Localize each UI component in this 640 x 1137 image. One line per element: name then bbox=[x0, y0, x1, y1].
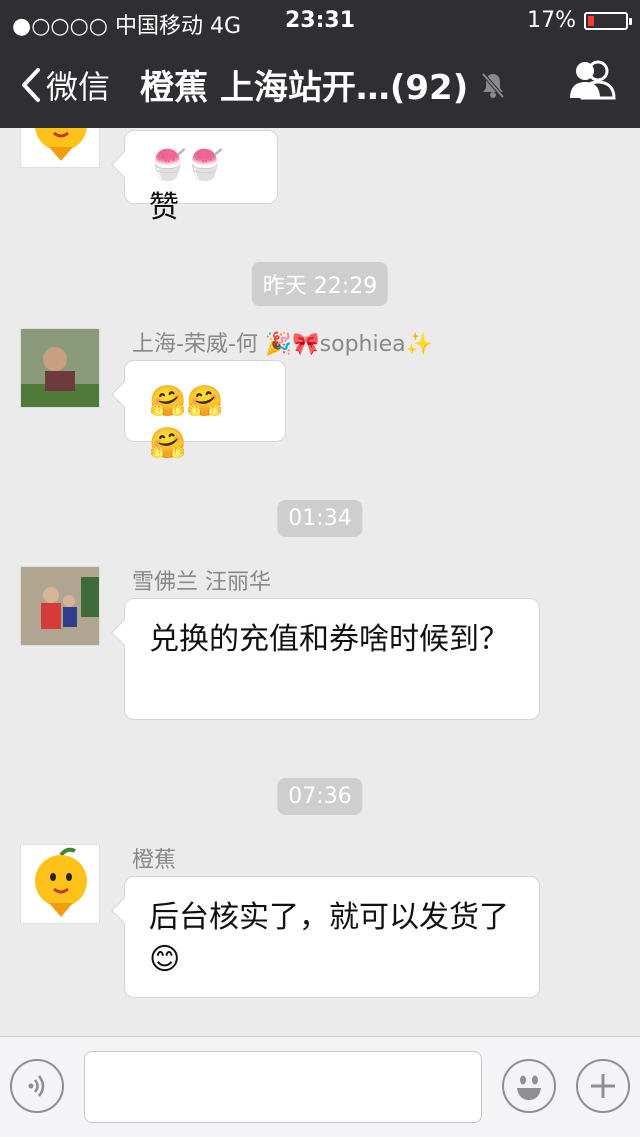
message-bubble[interactable]: 兑换的充值和券啥时候到？ bbox=[124, 598, 540, 720]
orange-mascot-icon bbox=[35, 128, 87, 161]
group-members-icon bbox=[570, 60, 616, 100]
input-bar bbox=[0, 1036, 640, 1137]
battery-icon bbox=[584, 11, 632, 30]
message-text: 赞 bbox=[149, 190, 179, 225]
plus-button[interactable] bbox=[576, 1059, 630, 1113]
timestamp: 07:36 bbox=[277, 778, 363, 815]
back-chevron-icon bbox=[22, 68, 40, 102]
message-bubble[interactable]: 🍧🍧 赞 bbox=[124, 130, 278, 225]
sender-name: 雪佛兰 汪丽华 bbox=[132, 570, 271, 595]
message-text: 后台核实了，就可以发货了😊 bbox=[149, 900, 509, 977]
avatar-user-he[interactable] bbox=[20, 328, 100, 408]
message-text: 🤗🤗🤗 bbox=[149, 384, 224, 461]
sender-name: 上海-荣威-何 🎉🎀sophiea✨ bbox=[132, 332, 434, 357]
message-emoji: 🍧🍧 bbox=[149, 148, 224, 183]
sender-name: 橙蕉 bbox=[132, 848, 177, 873]
battery-fill bbox=[588, 15, 594, 26]
status-bar: ●○○○○ 中国移动 4G 23:31 17% bbox=[0, 0, 640, 40]
back-button[interactable]: 微信 bbox=[20, 62, 110, 108]
avatar-user-wang[interactable] bbox=[20, 566, 100, 646]
chat-title-area: 橙蕉 上海站开…(92) bbox=[140, 60, 506, 109]
voice-button[interactable] bbox=[10, 1059, 64, 1113]
message-bubble[interactable]: 后台核实了，就可以发货了😊 bbox=[124, 876, 540, 998]
emoji-icon bbox=[517, 1075, 541, 1100]
group-members-button[interactable] bbox=[568, 58, 616, 106]
avatar-photo bbox=[21, 567, 99, 645]
message-bubble[interactable]: 🤗🤗🤗 bbox=[124, 360, 286, 461]
battery-status: 17% bbox=[527, 8, 632, 33]
top-bar: ●○○○○ 中国移动 4G 23:31 17% 微信 橙蕉 上海站开…(92) bbox=[0, 0, 640, 128]
timestamp: 昨天 22:29 bbox=[251, 262, 389, 306]
orange-mascot-icon bbox=[35, 847, 87, 917]
emoji-button[interactable] bbox=[502, 1059, 556, 1113]
message-input[interactable] bbox=[84, 1051, 482, 1123]
back-label: 微信 bbox=[46, 68, 111, 106]
avatar-photo bbox=[21, 329, 99, 407]
timestamp: 01:34 bbox=[277, 500, 363, 537]
chat-title: 橙蕉 上海站开…(92) bbox=[140, 68, 469, 108]
avatar-orange[interactable] bbox=[20, 128, 100, 168]
voice-icon bbox=[28, 1075, 45, 1097]
message-text: 兑换的充值和券啥时候到？ bbox=[149, 622, 509, 657]
battery-percent: 17% bbox=[527, 8, 576, 33]
plus-icon bbox=[591, 1074, 615, 1098]
chat-area[interactable]: 🍧🍧 赞 昨天 22:29 上海-荣威-何 🎉🎀sophiea✨ 🤗🤗🤗 01:3… bbox=[0, 128, 640, 1036]
mute-bell-icon bbox=[481, 72, 505, 98]
navigation-bar: 微信 橙蕉 上海站开…(92) bbox=[0, 40, 640, 128]
avatar-orange[interactable] bbox=[20, 844, 100, 924]
